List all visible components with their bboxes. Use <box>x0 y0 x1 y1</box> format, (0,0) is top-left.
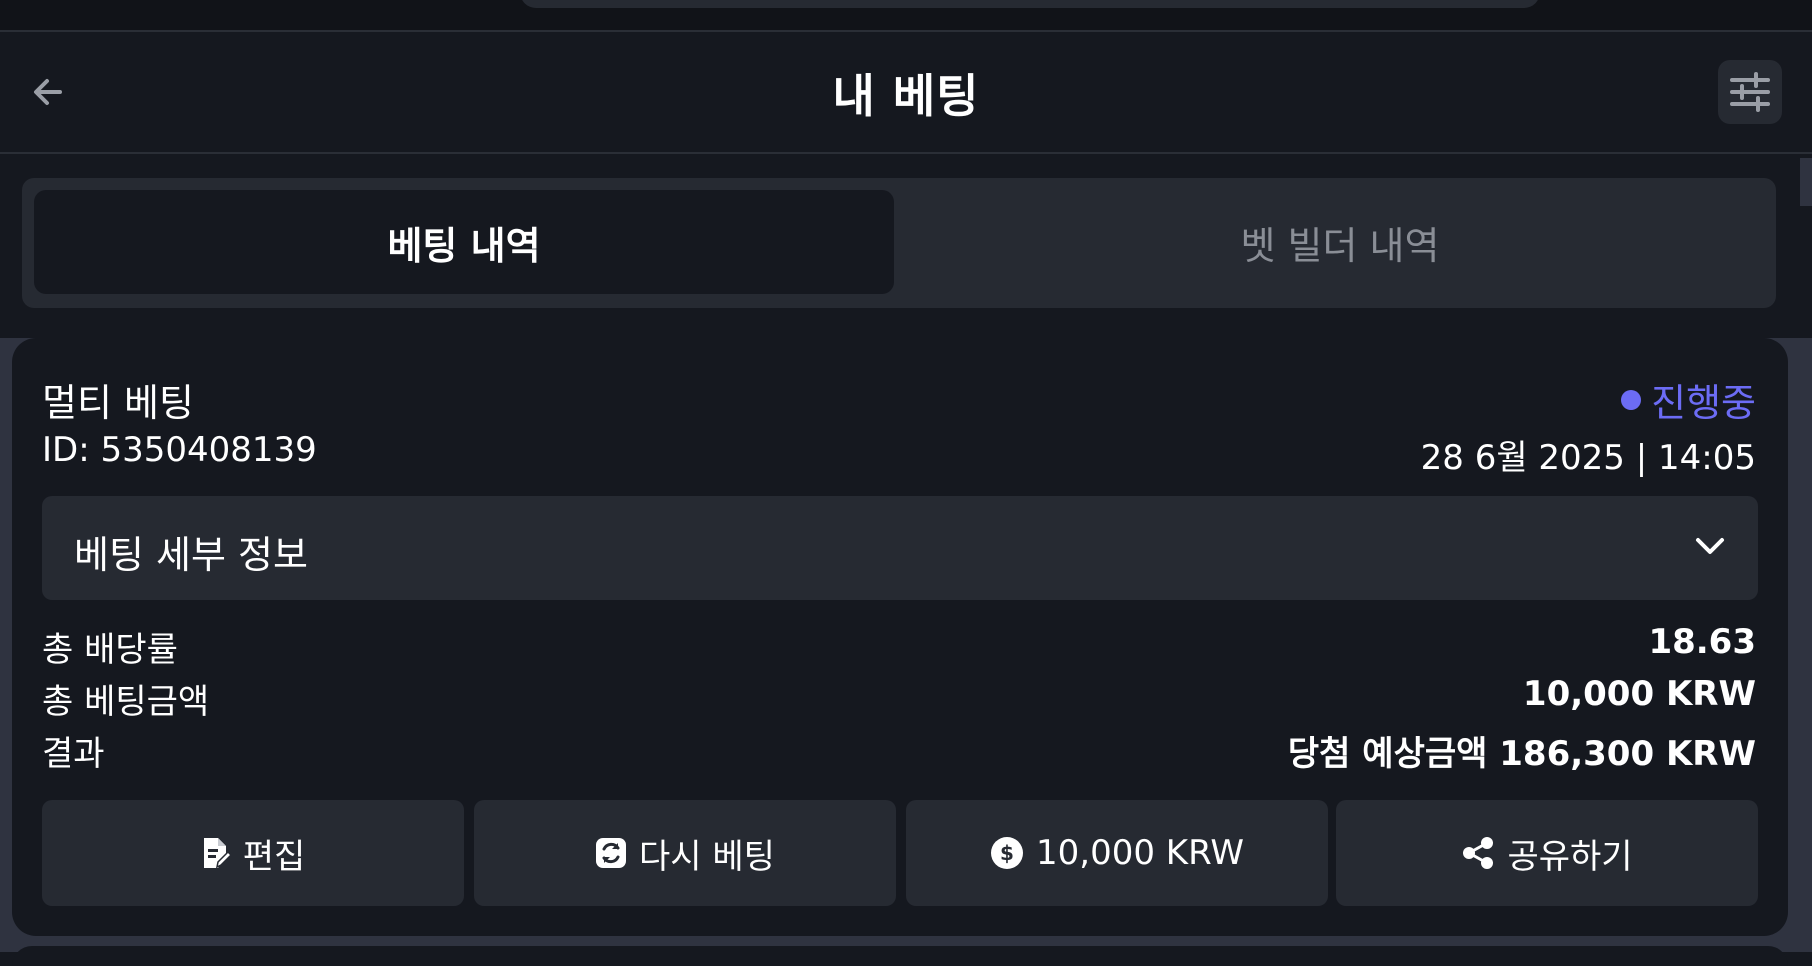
status-text: 진행중 <box>1651 381 1756 425</box>
top-search-pill <box>520 0 1540 8</box>
result-label: 결과 <box>42 734 105 774</box>
edit-button[interactable]: 편집 <box>42 800 464 906</box>
status-badge: 진행중 <box>1621 372 1756 427</box>
share-icon <box>1463 837 1494 869</box>
status-dot-icon <box>1621 389 1642 410</box>
rebet-button[interactable]: 다시 베팅 <box>474 800 896 906</box>
next-card-edge <box>12 946 1788 966</box>
total-odds-label: 총 배당률 <box>42 630 178 670</box>
total-odds-value: 18.63 <box>1648 622 1756 662</box>
stake-amount-label: 10,000 KRW <box>1036 833 1244 873</box>
edit-button-label: 편집 <box>242 836 306 877</box>
bet-actions: 편집 다시 베팅 $ 10,000 KRW 공유하기 <box>42 800 1758 906</box>
svg-text:$: $ <box>1000 841 1014 865</box>
bet-details-label: 베팅 세부 정보 <box>74 533 308 577</box>
tabs-bar: 베팅 내역 벳 빌더 내역 <box>0 154 1812 326</box>
page-header: 내 베팅 <box>0 32 1812 154</box>
scrollbar-thumb[interactable] <box>1800 158 1812 206</box>
stake-amount-button[interactable]: $ 10,000 KRW <box>906 800 1328 906</box>
tabs-segmented-control: 베팅 내역 벳 빌더 내역 <box>22 178 1776 308</box>
tab-bet-history[interactable]: 베팅 내역 <box>34 190 894 294</box>
result-value: 당첨 예상금액 186,300 KRW <box>1287 734 1756 774</box>
share-button-label: 공유하기 <box>1507 836 1633 877</box>
page-title: 내 베팅 <box>832 69 980 123</box>
bet-type-label: 멀티 베팅 <box>42 381 194 425</box>
bet-id: ID: 5350408139 <box>42 430 317 470</box>
dollar-coin-icon: $ <box>991 837 1024 869</box>
edit-document-icon <box>203 838 231 869</box>
refresh-icon <box>596 838 627 868</box>
tab-bet-builder-history[interactable]: 벳 빌더 내역 <box>910 190 1770 294</box>
sliders-icon <box>1730 72 1770 112</box>
total-stake-label: 총 베팅금액 <box>42 682 210 722</box>
bet-datetime: 28 6월 2025 | 14:05 <box>1420 438 1756 478</box>
total-stake-value: 10,000 KRW <box>1522 674 1756 714</box>
share-button[interactable]: 공유하기 <box>1336 800 1758 906</box>
bet-details-accordion[interactable]: 베팅 세부 정보 <box>42 496 1758 600</box>
rebet-button-label: 다시 베팅 <box>639 836 775 877</box>
bet-card: 멀티 베팅 진행중 ID: 5350408139 28 6월 2025 | 14… <box>12 338 1788 936</box>
top-status-strip <box>0 0 1812 32</box>
filter-button[interactable] <box>1718 60 1782 124</box>
chevron-down-icon <box>1696 538 1724 554</box>
